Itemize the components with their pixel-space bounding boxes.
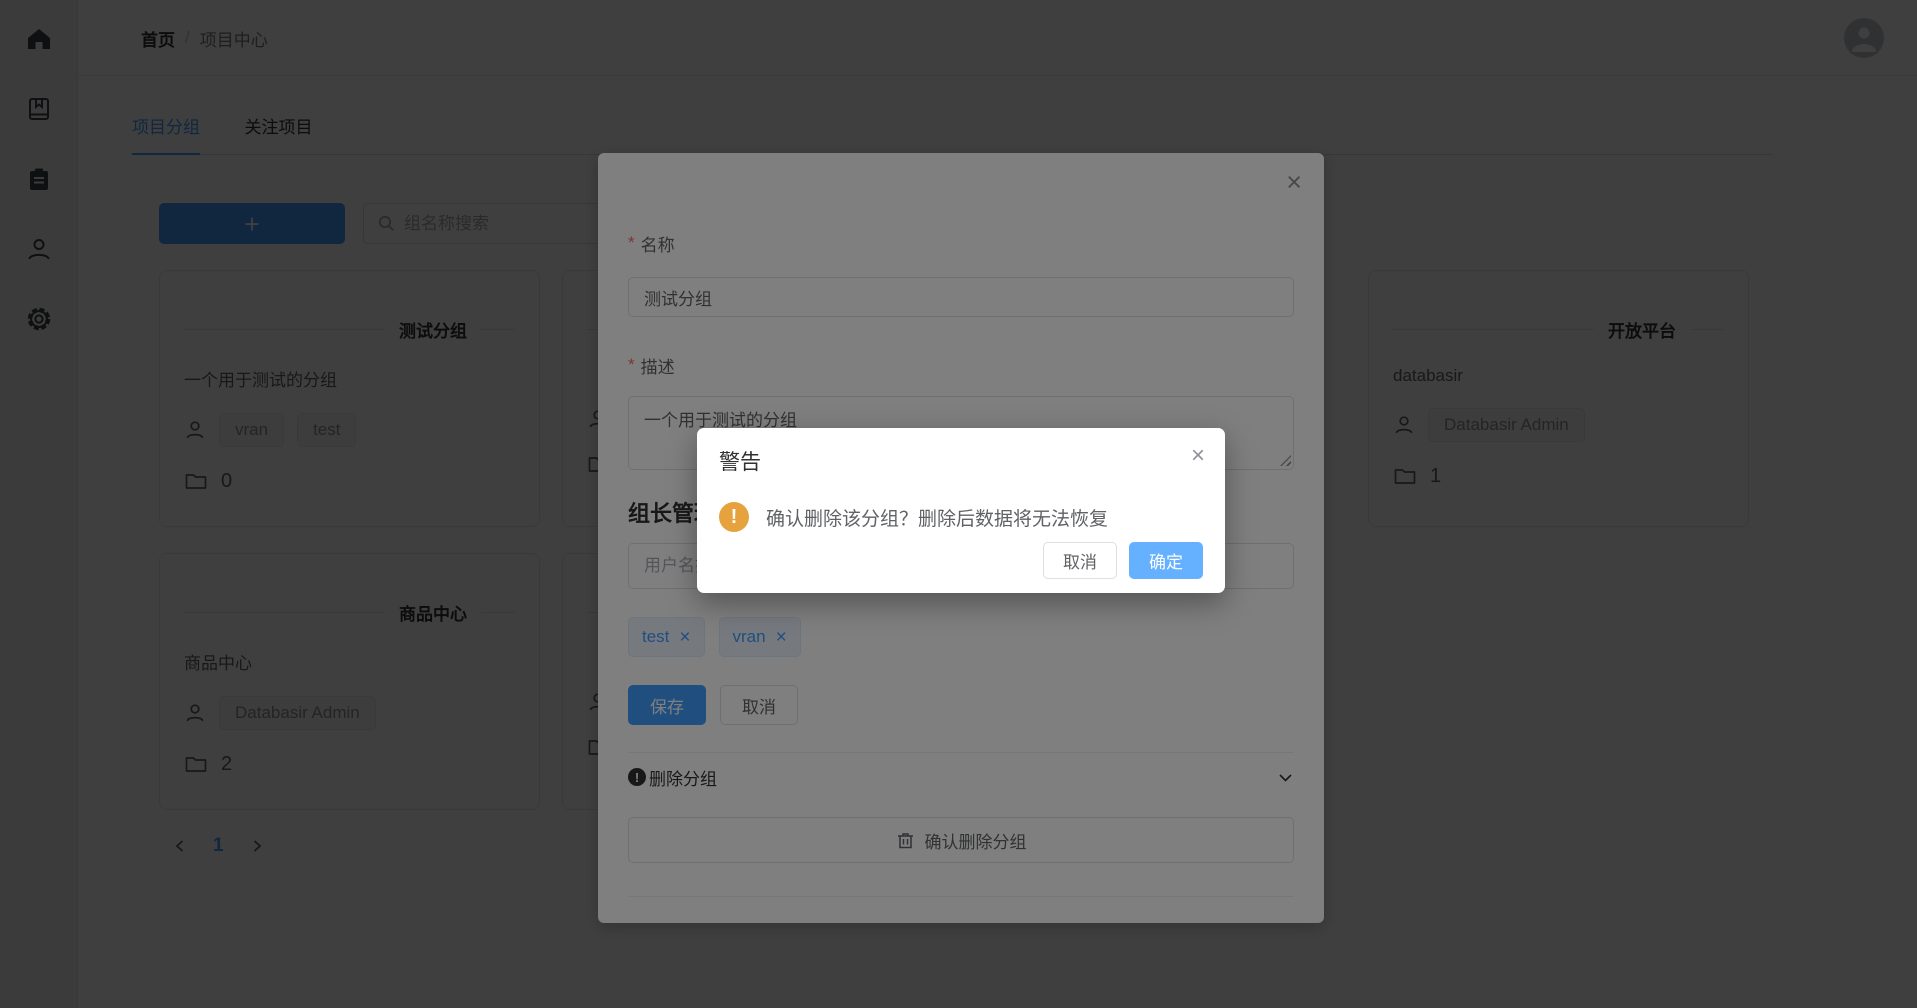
alert-title: 警告 <box>719 446 1203 476</box>
alert-actions: 取消 确定 <box>1043 542 1203 579</box>
alert-cancel-button[interactable]: 取消 <box>1043 542 1117 579</box>
alert-confirm-button[interactable]: 确定 <box>1129 542 1203 579</box>
alert-content: ! 确认删除该分组？删除后数据将无法恢复 <box>719 502 1203 532</box>
alert-message: 确认删除该分组？删除后数据将无法恢复 <box>766 504 1108 531</box>
alert-close-icon[interactable]: × <box>1191 444 1205 468</box>
alert-dialog: 警告 × ! 确认删除该分组？删除后数据将无法恢复 取消 确定 <box>697 428 1225 593</box>
warning-icon: ! <box>719 502 749 532</box>
